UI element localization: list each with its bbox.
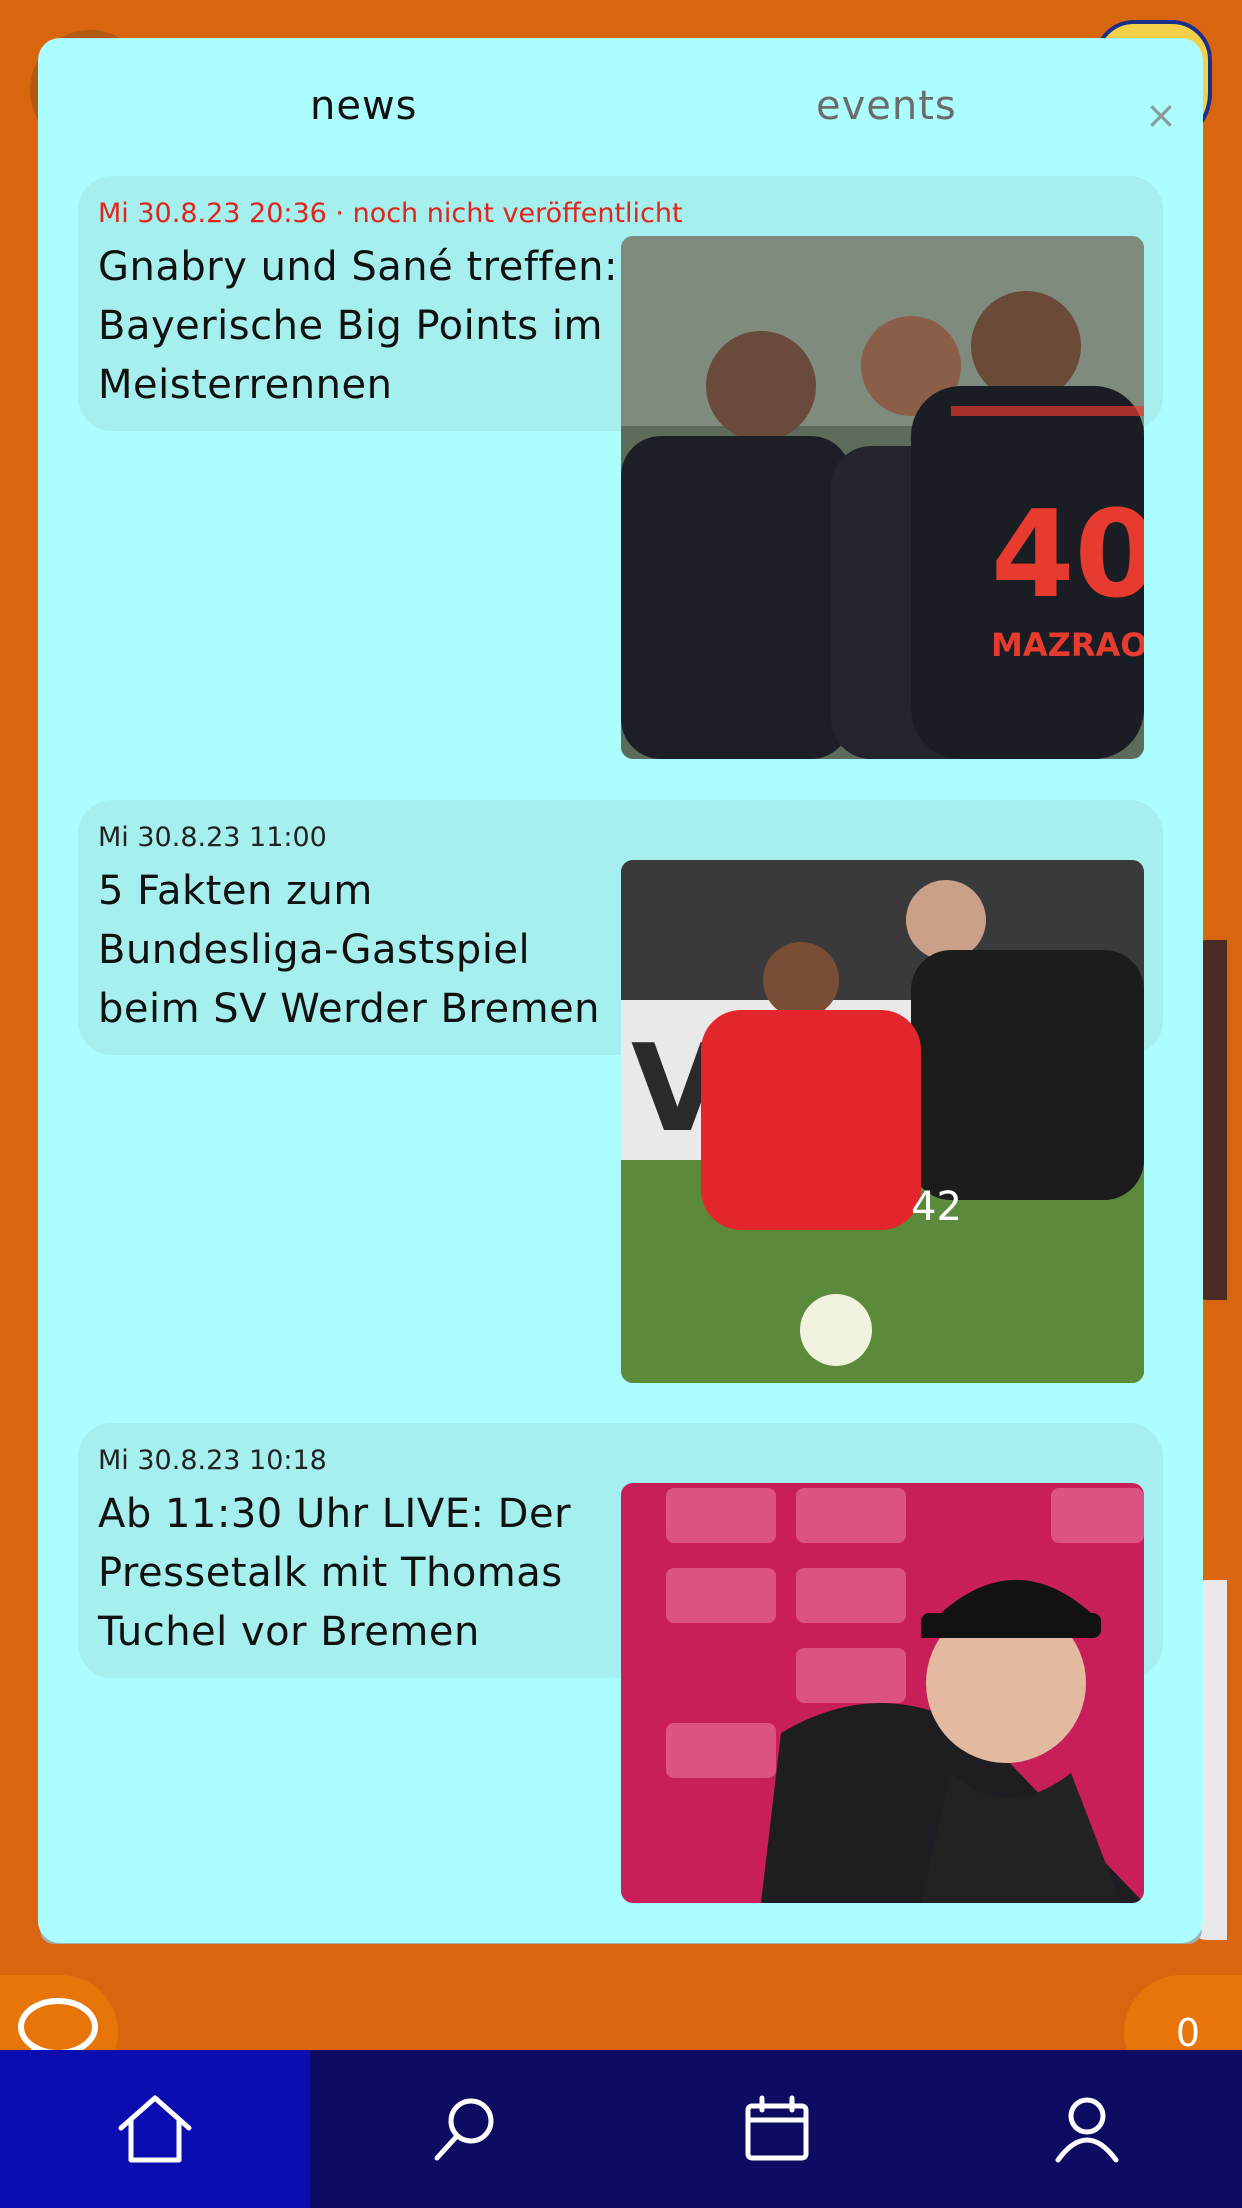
news-item[interactable]: Mi 30.8.23 20:36 · noch nicht veröffentl… <box>78 176 1163 776</box>
nav-calendar[interactable] <box>621 2050 932 2208</box>
tab-news[interactable]: news <box>310 83 418 129</box>
news-image <box>621 1483 1144 1903</box>
nav-search[interactable] <box>310 2050 621 2208</box>
svg-text:40: 40 <box>991 486 1144 625</box>
tab-events[interactable]: events <box>816 83 957 129</box>
match-action-photo: VDO 42 <box>621 860 1144 1383</box>
news-image: 40 MAZRAOUI <box>621 236 1144 759</box>
press-conference-photo <box>621 1483 1144 1903</box>
close-icon[interactable]: × <box>1145 96 1177 134</box>
news-title: Gnabry und Sané treffen: Bayerische Big … <box>98 244 618 408</box>
news-image: VDO 42 <box>621 860 1144 1383</box>
news-item[interactable]: Mi 30.8.23 11:00 5 Fakten zum Bundesliga… <box>78 800 1163 1400</box>
news-title: 5 Fakten zum Bundesliga-Gastspiel beim S… <box>98 868 601 1032</box>
bottom-nav <box>0 2050 1242 2208</box>
modal-tabs: news events × <box>38 38 1203 178</box>
home-icon <box>118 2095 192 2163</box>
nav-profile[interactable] <box>932 2050 1242 2208</box>
counter-value: 0 <box>1175 2010 1201 2055</box>
search-icon <box>434 2098 493 2161</box>
news-date: Mi 30.8.23 20:36 · noch nicht veröffentl… <box>98 198 683 229</box>
news-title: Ab 11:30 Uhr LIVE: Der Pressetalk mit Th… <box>98 1491 572 1655</box>
nav-home[interactable] <box>0 2050 310 2208</box>
news-events-modal: news events × Mi 30.8.23 20:36 · noch ni… <box>38 38 1203 1943</box>
news-date: Mi 30.8.23 11:00 <box>98 822 327 853</box>
svg-text:42: 42 <box>911 1184 962 1230</box>
news-date: Mi 30.8.23 10:18 <box>98 1445 327 1476</box>
calendar-icon <box>745 2095 808 2161</box>
user-icon <box>1055 2097 1119 2163</box>
players-celebrating-photo: 40 MAZRAOUI <box>621 236 1144 759</box>
svg-text:MAZRAOUI: MAZRAOUI <box>991 626 1144 664</box>
news-item[interactable]: Mi 30.8.23 10:18 Ab 11:30 Uhr LIVE: Der … <box>78 1423 1163 1943</box>
